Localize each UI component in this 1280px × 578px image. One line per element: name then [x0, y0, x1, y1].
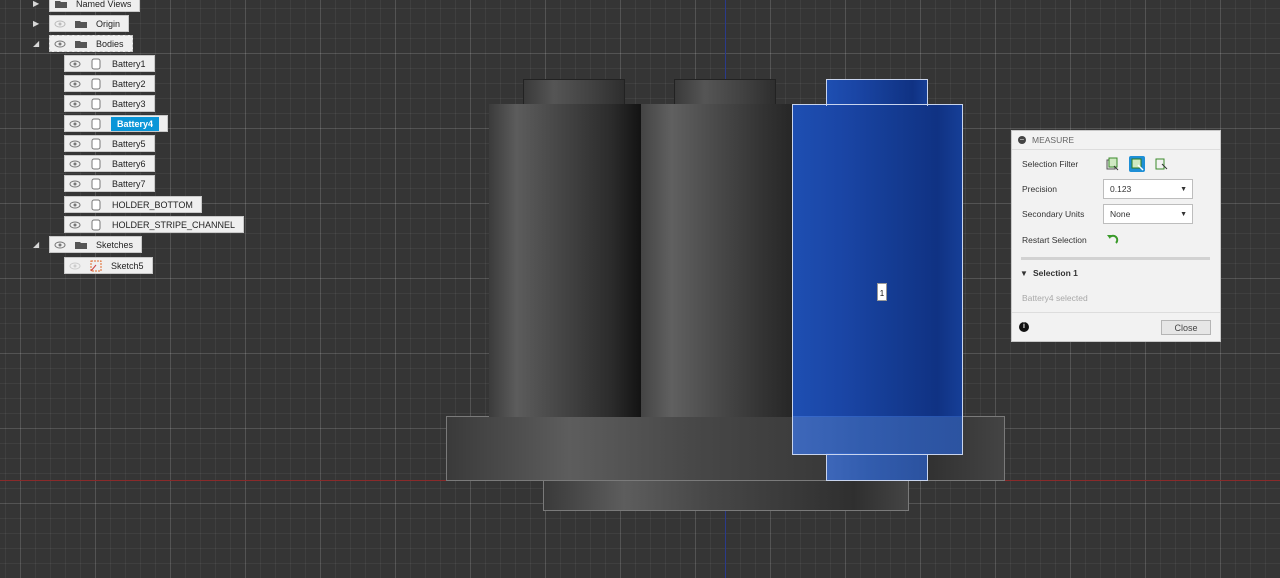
secondary-units-value: None: [1110, 209, 1131, 219]
select-edges-filter-icon[interactable]: [1153, 156, 1169, 172]
selection-status-row: Battery4 selected: [1012, 287, 1222, 309]
selection-filter-row: Selection Filter: [1012, 153, 1222, 175]
tree-label: Battery7: [112, 178, 146, 189]
precision-value: 0.123: [1110, 184, 1132, 194]
tree-label: HOLDER_STRIPE_CHANNEL: [112, 219, 236, 230]
tree-label: Battery6: [112, 158, 146, 169]
restart-selection-icon[interactable]: [1104, 232, 1120, 248]
expand-right-icon[interactable]: ▶: [33, 0, 41, 9]
collapse-icon[interactable]: ◢: [33, 39, 41, 49]
expand-right-icon[interactable]: ▶: [33, 19, 41, 29]
body-icon: [85, 78, 107, 90]
dialog-header[interactable]: – MEASURE: [1012, 131, 1220, 150]
folder-icon: [50, 0, 72, 9]
tree-row-battery1[interactable]: Battery1: [64, 55, 155, 72]
selection-1-header[interactable]: ▼ Selection 1: [1012, 262, 1222, 284]
body-icon: [85, 138, 107, 150]
tree-row-battery3[interactable]: Battery3: [64, 95, 155, 112]
visibility-hidden-icon[interactable]: [65, 262, 85, 270]
tree-label: Bodies: [96, 38, 124, 49]
body-icon: [85, 158, 107, 170]
close-button[interactable]: Close: [1161, 320, 1211, 335]
select-faces-filter-icon[interactable]: [1129, 156, 1145, 172]
tree-label: Battery3: [112, 98, 146, 109]
tree-label-selected: Battery4: [111, 116, 160, 131]
precision-label: Precision: [1022, 184, 1057, 194]
tree-row-origin[interactable]: ▶ Origin: [33, 15, 130, 32]
visibility-icon[interactable]: [65, 60, 85, 68]
selection-status: Battery4 selected: [1022, 293, 1088, 303]
tree-label: HOLDER_BOTTOM: [112, 199, 193, 210]
battery-cap-left: [523, 79, 625, 106]
battery4-outline: [792, 104, 963, 455]
visibility-icon[interactable]: [65, 221, 85, 229]
battery4-tab-outline: [826, 454, 928, 481]
tree-row-battery6[interactable]: Battery6: [64, 155, 155, 172]
body-icon: [85, 199, 107, 211]
tree-label: Named Views: [76, 0, 132, 9]
body-icon: [85, 118, 107, 130]
tree-row-named-views[interactable]: ▶ Named Views: [33, 0, 141, 12]
collapse-icon[interactable]: ◢: [33, 240, 41, 250]
visibility-icon[interactable]: [65, 140, 85, 148]
tree-row-sketches[interactable]: ◢ Sketches: [33, 236, 143, 253]
visibility-hidden-icon[interactable]: [50, 20, 70, 28]
selection-filter-label: Selection Filter: [1022, 159, 1079, 169]
collapse-dialog-icon[interactable]: –: [1018, 136, 1026, 144]
measure-dialog: – MEASURE Selection Filter Precision 0.1…: [1011, 130, 1221, 342]
dialog-title: MEASURE: [1032, 135, 1075, 145]
folder-icon: [70, 19, 92, 29]
visibility-icon[interactable]: [65, 80, 85, 88]
visibility-icon[interactable]: [65, 180, 85, 188]
info-icon[interactable]: i: [1019, 322, 1029, 332]
visibility-icon[interactable]: [65, 120, 85, 128]
tree-row-sketch5[interactable]: Sketch5: [64, 257, 153, 274]
battery4-cap-outline: [826, 79, 928, 106]
tree-row-bodies[interactable]: ◢ Bodies: [33, 35, 133, 52]
precision-row: Precision 0.123 ▼: [1012, 178, 1222, 200]
chevron-down-icon: ▼: [1180, 186, 1187, 193]
tree-label: Sketches: [96, 239, 134, 250]
visibility-icon[interactable]: [50, 40, 70, 48]
secondary-units-select[interactable]: None ▼: [1103, 204, 1193, 224]
tree-label: Sketch5: [111, 260, 144, 271]
tree-row-battery7[interactable]: Battery7: [64, 175, 155, 192]
section-separator: [1021, 257, 1210, 260]
tree-label: Battery5: [112, 138, 146, 149]
body-icon: [85, 98, 107, 110]
holder-stripe-channel-body[interactable]: [543, 480, 909, 511]
precision-select[interactable]: 0.123 ▼: [1103, 179, 1193, 199]
tree-label: Battery1: [112, 58, 146, 69]
visibility-icon[interactable]: [65, 160, 85, 168]
battery-body-middle[interactable]: [641, 104, 793, 417]
select-bodies-filter-icon[interactable]: [1104, 156, 1120, 172]
folder-icon: [70, 39, 92, 49]
restart-selection-row: Restart Selection: [1012, 229, 1222, 251]
sketch-icon: [85, 260, 107, 272]
tree-label: Battery2: [112, 78, 146, 89]
tree-label: Origin: [96, 18, 121, 29]
caret-down-icon[interactable]: ▼: [1020, 269, 1028, 278]
secondary-units-row: Secondary Units None ▼: [1012, 203, 1222, 225]
visibility-icon[interactable]: [65, 100, 85, 108]
visibility-icon[interactable]: [65, 201, 85, 209]
chevron-down-icon: ▼: [1180, 211, 1187, 218]
battery-body-left[interactable]: [489, 104, 641, 417]
tree-row-holder-stripe-channel[interactable]: HOLDER_STRIPE_CHANNEL: [64, 216, 245, 233]
secondary-units-label: Secondary Units: [1022, 209, 1085, 219]
restart-selection-label: Restart Selection: [1022, 235, 1087, 245]
tree-row-battery5[interactable]: Battery5: [64, 135, 155, 152]
body-icon: [85, 219, 107, 231]
body-icon: [85, 58, 107, 70]
visibility-icon[interactable]: [50, 241, 70, 249]
tree-row-battery4[interactable]: Battery4: [64, 115, 169, 132]
body-icon: [85, 178, 107, 190]
selection-heading: Selection 1: [1033, 268, 1078, 278]
tree-row-battery2[interactable]: Battery2: [64, 75, 155, 92]
tree-row-holder-bottom[interactable]: HOLDER_BOTTOM: [64, 196, 202, 213]
folder-icon: [70, 240, 92, 250]
footer-divider: [1012, 312, 1220, 313]
selection-marker[interactable]: 1: [877, 283, 887, 301]
battery-cap-middle: [674, 79, 776, 106]
